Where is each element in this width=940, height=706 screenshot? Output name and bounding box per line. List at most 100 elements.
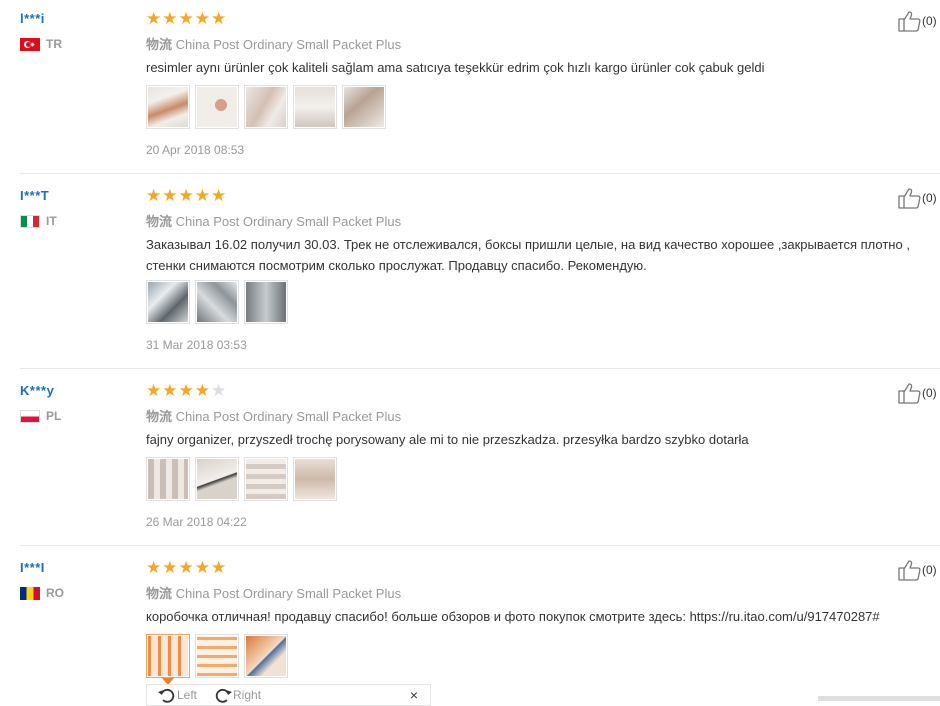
review-photos (146, 85, 386, 129)
rotate-left-label: Left (177, 688, 198, 702)
star-rating: ★ ★ ★ ★ ★ (146, 187, 226, 204)
review-text: Заказывал 16.02 получил 30.03. Трек не о… (146, 237, 910, 273)
star-icon: ★ (194, 9, 210, 28)
star-icon: ★ (146, 186, 162, 205)
shipping-method: China Post Ordinary Small Packet Plus (175, 37, 402, 52)
shipping-label: 物流 (146, 215, 173, 230)
shipping-info: 物流 China Post Ordinary Small Packet Plus (146, 406, 401, 425)
review-date: 20 Apr 2018 08:53 (146, 143, 245, 157)
horizontal-scrollbar[interactable] (818, 696, 940, 701)
romania-flag-icon (20, 586, 40, 600)
thumbs-up-icon (898, 11, 921, 32)
rotate-left-button[interactable]: Left (157, 686, 197, 704)
helpful-button[interactable]: (0) (897, 187, 937, 209)
poland-flag-icon (20, 409, 40, 423)
reviewer-country: TR (20, 37, 62, 51)
review-photo-thumbnail[interactable] (195, 634, 239, 678)
star-icon: ★ (194, 186, 210, 205)
review-photo-thumbnail[interactable] (244, 280, 288, 324)
review-photos (146, 280, 288, 324)
review-photo-thumbnail[interactable] (342, 85, 386, 129)
review-photo-thumbnail[interactable] (244, 457, 288, 501)
thumbs-up-icon (898, 560, 921, 581)
shipping-info: 物流 China Post Ordinary Small Packet Plus (146, 211, 401, 230)
reviewer-name[interactable]: I***I (20, 560, 45, 575)
review-photo-thumbnail[interactable] (195, 280, 239, 324)
country-code: IT (46, 214, 57, 228)
helpful-count: (0) (922, 191, 937, 205)
reviewer-name[interactable]: l***i (20, 11, 45, 26)
star-icon: ★ (146, 558, 162, 577)
shipping-label: 物流 (146, 38, 173, 53)
star-icon: ★ (178, 558, 194, 577)
review-photo-thumbnail[interactable] (146, 85, 190, 129)
italy-flag-icon (20, 214, 40, 228)
divider (20, 368, 940, 369)
star-icon: ★ (146, 381, 162, 400)
reviewer-country: PL (20, 409, 61, 423)
turkey-flag-icon (20, 37, 40, 51)
shipping-method: China Post Ordinary Small Packet Plus (175, 409, 402, 424)
image-viewer-toolbar: Left Right × (146, 684, 431, 706)
divider (20, 173, 940, 174)
reviewer-country: RO (20, 586, 64, 600)
thumbs-up-icon (898, 188, 921, 209)
review-text: fajny organizer, przyszedł trochę poryso… (146, 432, 749, 447)
star-icon: ★ (211, 186, 227, 205)
star-rating: ★ ★ ★ ★ ★ (146, 10, 226, 27)
rotate-right-icon (215, 688, 233, 703)
review-photo-thumbnail-selected[interactable] (146, 634, 190, 685)
shipping-method: China Post Ordinary Small Packet Plus (175, 214, 402, 229)
review-photo-thumbnail[interactable] (244, 634, 288, 678)
country-code: TR (46, 37, 62, 51)
star-rating: ★ ★ ★ ★ ★ (146, 559, 226, 576)
star-icon: ★ (178, 9, 194, 28)
review-photo-thumbnail[interactable] (146, 457, 190, 501)
review-date: 26 Mar 2018 04:22 (146, 515, 247, 529)
shipping-method: China Post Ordinary Small Packet Plus (175, 586, 402, 601)
star-icon: ★ (178, 381, 194, 400)
helpful-count: (0) (922, 563, 937, 577)
star-icon: ★ (194, 381, 210, 400)
reviewer-name[interactable]: K***y (20, 383, 54, 398)
divider (20, 545, 940, 546)
rotate-right-label: Right (233, 688, 262, 702)
review-photo-thumbnail[interactable] (293, 457, 337, 501)
reviewer-country: IT (20, 214, 57, 228)
helpful-count: (0) (922, 386, 937, 400)
rotate-left-icon (158, 688, 175, 703)
helpful-button[interactable]: (0) (897, 382, 937, 404)
shipping-info: 物流 China Post Ordinary Small Packet Plus (146, 34, 401, 53)
helpful-count: (0) (922, 14, 937, 28)
helpful-button[interactable]: (0) (897, 10, 937, 32)
country-code: RO (46, 586, 64, 600)
star-icon: ★ (178, 186, 194, 205)
review-text: коробочка отличная! продавцу спасибо! бо… (146, 609, 880, 624)
reviewer-name[interactable]: I***T (20, 188, 49, 203)
star-icon: ★ (162, 558, 178, 577)
shipping-label: 物流 (146, 410, 173, 425)
star-icon: ★ (211, 9, 227, 28)
review-photos (146, 457, 337, 501)
review-photo-thumbnail[interactable] (244, 85, 288, 129)
rotate-right-button[interactable]: Right (213, 686, 261, 704)
review-photo-thumbnail[interactable] (293, 85, 337, 129)
star-icon: ★ (162, 9, 178, 28)
review-photos (146, 634, 288, 685)
star-icon: ★ (194, 558, 210, 577)
review-date: 31 Mar 2018 03:53 (146, 338, 247, 352)
helpful-button[interactable]: (0) (897, 559, 937, 581)
star-icon: ★ (162, 381, 178, 400)
star-icon: ★ (211, 558, 227, 577)
shipping-info: 物流 China Post Ordinary Small Packet Plus (146, 583, 401, 602)
star-icon: ★ (146, 9, 162, 28)
review-photo-thumbnail[interactable] (195, 85, 239, 129)
star-icon: ★ (162, 186, 178, 205)
star-rating: ★ ★ ★ ★ ★ (146, 382, 226, 399)
shipping-label: 物流 (146, 587, 173, 602)
thumbs-up-icon (898, 383, 921, 404)
review-text: resimler aynı ürünler çok kaliteli sağla… (146, 60, 765, 75)
review-photo-thumbnail[interactable] (146, 280, 190, 324)
country-code: PL (46, 409, 62, 423)
review-photo-thumbnail[interactable] (195, 457, 239, 501)
